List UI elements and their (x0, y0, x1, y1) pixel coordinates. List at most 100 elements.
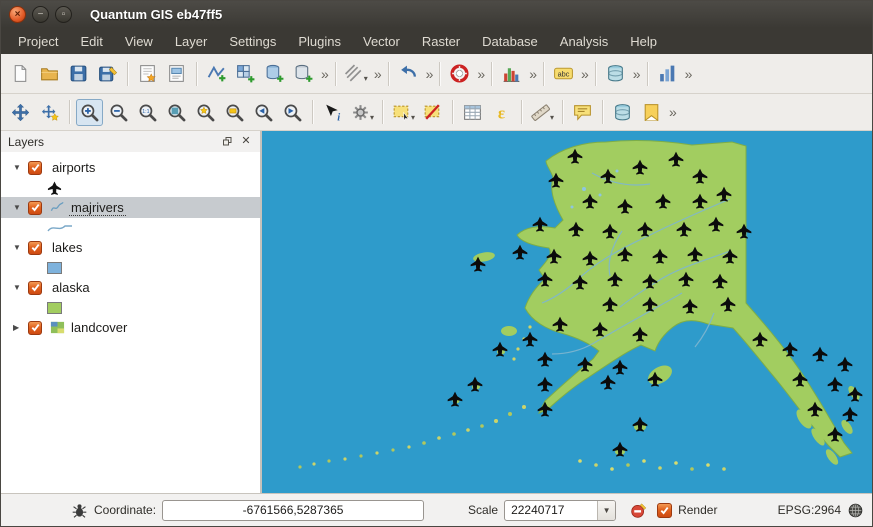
layer-item-landcover[interactable]: ▶ landcover (1, 317, 260, 338)
overflow-chevron-icon[interactable]: » (529, 66, 535, 82)
overflow-chevron-icon[interactable]: » (581, 66, 587, 82)
database-manager-button[interactable] (602, 60, 629, 87)
digitizing-button[interactable]: ▾ (342, 60, 370, 87)
select-features-button[interactable]: ▾ (389, 99, 417, 126)
text-annotation-button[interactable] (569, 99, 596, 126)
stop-render-icon[interactable] (630, 502, 647, 519)
save-project-as-button[interactable] (94, 60, 121, 87)
layer-checkbox[interactable] (28, 241, 42, 255)
overflow-chevron-icon[interactable]: » (477, 66, 483, 82)
open-attribute-table-button[interactable] (459, 99, 486, 126)
raster-histogram-button[interactable] (498, 60, 525, 87)
layer-checkbox[interactable] (28, 321, 42, 335)
title-bar[interactable]: × − ▫ Quantum GIS eb47ff5 (1, 1, 872, 28)
dropdown-arrow-icon[interactable]: ▾ (370, 113, 374, 125)
zoom-to-layer-button[interactable] (221, 99, 248, 126)
menu-plugins[interactable]: Plugins (287, 30, 352, 53)
layer-checkbox[interactable] (28, 161, 42, 175)
scale-combo[interactable]: 22240717 ▼ (504, 500, 616, 521)
layer-item-majrivers[interactable]: ▼ majrivers (1, 197, 260, 218)
table-icon (462, 102, 483, 123)
layer-label[interactable]: lakes (50, 240, 84, 255)
menu-view[interactable]: View (114, 30, 164, 53)
add-spatialite-layer-button[interactable] (290, 60, 317, 87)
expander-icon[interactable]: ▼ (13, 283, 28, 292)
menu-help[interactable]: Help (619, 30, 668, 53)
panel-float-icon[interactable] (220, 135, 234, 149)
menu-edit[interactable]: Edit (69, 30, 113, 53)
panel-close-icon[interactable]: ✕ (239, 135, 253, 149)
labeling-button[interactable]: abc (550, 60, 577, 87)
raster-thumbnail-icon (50, 320, 65, 335)
deselect-features-button[interactable] (419, 99, 446, 126)
expander-icon[interactable]: ▼ (13, 203, 28, 212)
overflow-chevron-icon[interactable]: » (426, 66, 432, 82)
overflow-chevron-icon[interactable]: » (321, 66, 327, 82)
layer-checkbox[interactable] (28, 281, 42, 295)
add-postgis-layer-button[interactable] (261, 60, 288, 87)
menu-database[interactable]: Database (471, 30, 549, 53)
zoom-in-button[interactable] (76, 99, 103, 126)
zoom-out-button[interactable] (105, 99, 132, 126)
expander-icon[interactable]: ▼ (13, 243, 28, 252)
menu-raster[interactable]: Raster (411, 30, 471, 53)
overflow-chevron-icon[interactable]: » (374, 66, 380, 82)
measure-button[interactable]: ▾ (528, 99, 556, 126)
zoom-full-button[interactable] (163, 99, 190, 126)
layer-item-airports[interactable]: ▼ airports (1, 157, 260, 178)
render-checkbox[interactable] (657, 503, 672, 518)
pan-map-button[interactable] (7, 99, 34, 126)
add-vector-layer-button[interactable] (203, 60, 230, 87)
layer-item-lakes[interactable]: ▼ lakes (1, 237, 260, 258)
dropdown-arrow-icon[interactable]: ▾ (364, 74, 368, 86)
new-bookmark-button[interactable] (638, 99, 665, 126)
zoom-native-button[interactable]: 1:1 (134, 99, 161, 126)
layer-label[interactable]: majrivers (69, 200, 126, 216)
open-project-button[interactable] (36, 60, 63, 87)
field-calculator-button[interactable]: ε (488, 99, 515, 126)
menu-layer[interactable]: Layer (164, 30, 219, 53)
save-project-button[interactable] (65, 60, 92, 87)
composer-manager-button[interactable] (163, 60, 190, 87)
identify-features-button[interactable]: i (319, 99, 346, 126)
pan-to-selection-button[interactable] (36, 99, 63, 126)
overflow-chevron-icon[interactable]: » (633, 66, 639, 82)
render-label[interactable]: Render (678, 503, 717, 517)
run-feature-action-button[interactable]: ▾ (348, 99, 376, 126)
bug-icon[interactable] (71, 502, 88, 519)
menu-analysis[interactable]: Analysis (549, 30, 619, 53)
expander-icon[interactable]: ▼ (13, 163, 28, 172)
statistics-button[interactable] (654, 60, 681, 87)
layer-item-alaska[interactable]: ▼ alaska (1, 277, 260, 298)
expander-icon[interactable]: ▶ (13, 323, 28, 332)
dropdown-arrow-icon[interactable]: ▾ (411, 113, 415, 125)
new-project-button[interactable] (7, 60, 34, 87)
crs-globe-icon[interactable] (847, 502, 864, 519)
layer-label[interactable]: alaska (50, 280, 92, 295)
window-minimize-button[interactable]: − (32, 6, 49, 23)
help-contents-button[interactable] (446, 60, 473, 87)
coordinate-input[interactable] (162, 500, 424, 521)
menu-settings[interactable]: Settings (218, 30, 287, 53)
menu-project[interactable]: Project (7, 30, 69, 53)
overflow-chevron-icon[interactable]: » (669, 104, 675, 120)
layer-label[interactable]: airports (50, 160, 97, 175)
toolbar-separator (602, 100, 603, 124)
new-print-composer-button[interactable] (134, 60, 161, 87)
chevron-down-icon[interactable]: ▼ (597, 501, 615, 520)
menu-vector[interactable]: Vector (352, 30, 411, 53)
window-maximize-button[interactable]: ▫ (55, 6, 72, 23)
map-canvas[interactable] (262, 131, 872, 493)
lifebuoy-icon (449, 63, 470, 84)
layer-checkbox[interactable] (28, 201, 42, 215)
undo-button[interactable] (395, 60, 422, 87)
overflow-chevron-icon[interactable]: » (685, 66, 691, 82)
dropdown-arrow-icon[interactable]: ▾ (550, 113, 554, 125)
add-raster-layer-button[interactable] (232, 60, 259, 87)
layer-label[interactable]: landcover (69, 320, 129, 335)
zoom-next-button[interactable] (279, 99, 306, 126)
zoom-last-button[interactable] (250, 99, 277, 126)
offline-editing-button[interactable] (609, 99, 636, 126)
zoom-to-selection-button[interactable] (192, 99, 219, 126)
window-close-button[interactable]: × (9, 6, 26, 23)
